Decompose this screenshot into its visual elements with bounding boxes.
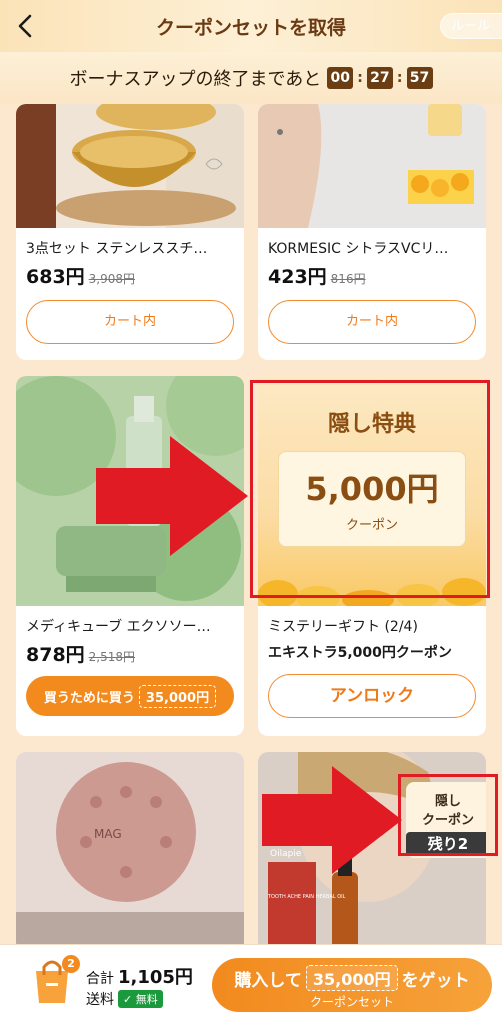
total-line: 合計 1,105円 bbox=[86, 963, 193, 989]
mystery-gift-title: ミステリーギフト (2/4) bbox=[268, 619, 418, 635]
buy-for-threshold-button[interactable]: 買うために買う 35,000円 bbox=[26, 676, 234, 716]
red-arrow-icon bbox=[262, 766, 402, 874]
total-value: 1,105円 bbox=[118, 967, 193, 988]
original-price: 816円 bbox=[330, 272, 366, 286]
buy-button-sub: クーポンセット bbox=[309, 995, 394, 1009]
mystery-gift-subtitle: エキストラ5,000円クーポン bbox=[268, 645, 452, 661]
rules-button[interactable]: ルール bbox=[440, 13, 502, 39]
product-title: 3点セット ステンレススチ… bbox=[26, 241, 208, 257]
buy-suffix: をゲット bbox=[401, 970, 470, 991]
cart-count-badge: 2 bbox=[62, 955, 80, 973]
price-value: 423円 bbox=[268, 266, 327, 288]
product-image-massage-ball: MAG bbox=[16, 752, 244, 952]
product-card[interactable]: メディキューブ エクソソー… 878円 2,518円 買うために買う 35,000… bbox=[16, 376, 244, 736]
shipping-label: 送料 bbox=[86, 992, 114, 1008]
highlight-box-hidden-coupon bbox=[398, 774, 498, 856]
unlock-button[interactable]: アンロック bbox=[268, 674, 476, 718]
product-price: 423円 816円 bbox=[268, 262, 366, 289]
buy-button-main: 購入して 35,000円 をゲット bbox=[212, 965, 492, 991]
product-price: 878円 2,518円 bbox=[26, 640, 135, 667]
product-title: メディキューブ エクソソー… bbox=[26, 619, 211, 635]
free-label: 無料 bbox=[135, 993, 158, 1006]
price-value: 683円 bbox=[26, 266, 85, 288]
product-image-serum bbox=[258, 104, 486, 228]
buy-to-get-coupon-button[interactable]: 購入して 35,000円 をゲット クーポンセット bbox=[212, 958, 492, 1012]
product-card[interactable]: KORMESIC シトラスVCリ… 423円 816円 カート内 bbox=[258, 104, 486, 360]
timer-minutes: 27 bbox=[366, 67, 393, 89]
buy-amount: 35,000円 bbox=[305, 965, 398, 991]
oil-label-text: TOOTH ACHE PAIN HERBAL OIL bbox=[267, 894, 346, 900]
product-title: KORMESIC シトラスVCリ… bbox=[268, 241, 449, 257]
original-price: 3,908円 bbox=[88, 272, 136, 286]
in-cart-button[interactable]: カート内 bbox=[268, 300, 476, 344]
price-value: 878円 bbox=[26, 644, 85, 666]
shipping-line: 送料 ✓ 無料 bbox=[86, 989, 163, 1009]
bonus-text: ボーナスアップの終了まであと bbox=[69, 69, 322, 90]
original-price: 2,518円 bbox=[88, 650, 136, 664]
in-cart-button[interactable]: カート内 bbox=[26, 300, 234, 344]
red-arrow-icon bbox=[96, 436, 248, 556]
massage-ball-brand: MAG bbox=[94, 827, 122, 841]
product-price: 683円 3,908円 bbox=[26, 262, 135, 289]
product-image-bowls bbox=[16, 104, 244, 228]
highlight-box-mystery bbox=[250, 380, 490, 598]
product-card[interactable]: 3点セット ステンレススチ… 683円 3,908円 カート内 bbox=[16, 104, 244, 360]
header: クーポンセットを取得 ルール bbox=[0, 0, 502, 52]
threshold-amount: 35,000円 bbox=[138, 684, 217, 708]
timer-hours: 00 bbox=[327, 67, 354, 89]
timer-separator: : bbox=[357, 70, 363, 86]
product-card[interactable]: MAG bbox=[16, 752, 244, 952]
total-label: 合計 bbox=[86, 971, 114, 987]
page-title: クーポンセットを取得 bbox=[155, 17, 346, 39]
timer-separator: : bbox=[396, 70, 403, 86]
bonus-countdown-bar: ボーナスアップの終了まであと 00 : 27 : 57 bbox=[0, 52, 502, 104]
buy-button-label: 買うために買う bbox=[43, 690, 135, 706]
buy-prefix: 購入して bbox=[234, 970, 302, 991]
free-shipping-badge: ✓ 無料 bbox=[118, 990, 163, 1008]
timer-seconds: 57 bbox=[406, 67, 433, 89]
